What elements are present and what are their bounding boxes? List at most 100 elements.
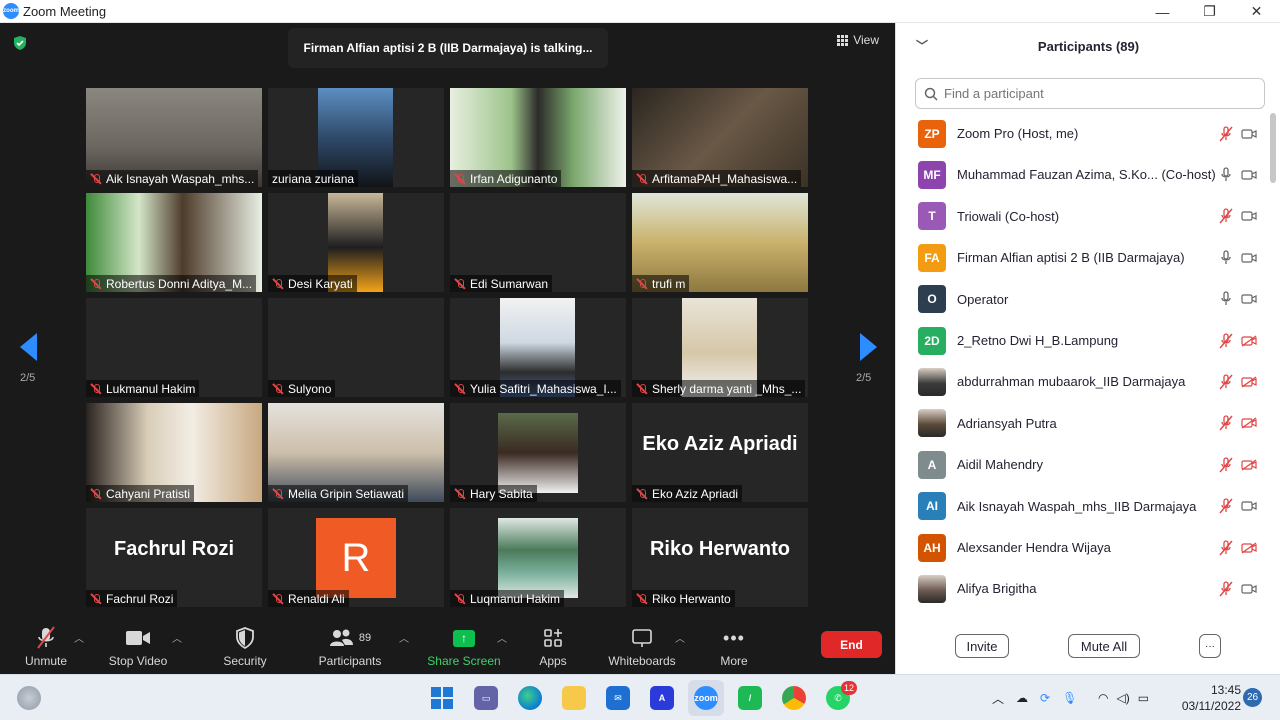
start-windows-icon[interactable] [430,686,454,710]
video-camera-icon[interactable] [1241,500,1257,512]
onedrive-cloud-icon[interactable]: ☁ [1016,691,1028,705]
muted-microphone-icon[interactable] [1219,374,1233,390]
video-off-icon[interactable] [1241,459,1257,471]
participant-row[interactable]: abdurrahman mubaarok_IIB Darmajaya [896,361,1271,402]
microphone-icon[interactable]: 🎙 [1062,691,1077,705]
participant-search[interactable] [915,78,1265,109]
video-camera-icon[interactable] [1241,583,1257,595]
video-tile[interactable]: Lukmanul Hakim [86,298,262,397]
minimize-button[interactable]: — [1139,0,1186,23]
mute-all-button[interactable]: Mute All [1068,634,1140,658]
participant-row[interactable]: 2D 2_Retno Dwi H_B.Lampung [896,320,1271,361]
muted-microphone-icon[interactable] [1219,581,1233,597]
panel-more-button[interactable]: ··· [1199,634,1221,658]
muted-microphone-icon[interactable] [1219,415,1233,431]
audio-options-chevron-icon[interactable]: ︿ [74,630,84,645]
app-icon[interactable]: / [738,686,762,710]
microphone-icon[interactable] [1219,250,1233,266]
participant-row[interactable]: Adriansyah Putra [896,403,1271,444]
search-input[interactable] [944,86,1244,101]
video-tile[interactable]: Riko Herwanto Riko Herwanto [632,508,808,607]
video-tile[interactable]: ArfitamaPAH_Mahasiswa... [632,88,808,187]
video-tile[interactable]: Sherly darma yanti _Mhs_... [632,298,808,397]
participant-row[interactable]: MF Muhammad Fauzan Azima, S.Ko... (Co-hos… [896,154,1271,195]
participant-row[interactable]: FA Firman Alfian aptisi 2 B (IIB Darmajay… [896,237,1271,278]
muted-microphone-icon[interactable] [1219,498,1233,514]
more-button[interactable]: ••• More [713,620,755,674]
notification-count-badge[interactable]: 26 [1243,688,1262,707]
participant-row[interactable]: AI Aik Isnayah Waspah_mhs_IIB Darmajaya [896,486,1271,527]
muted-microphone-icon[interactable] [1219,125,1233,142]
participants-scrollbar[interactable] [1270,113,1276,183]
participant-row[interactable]: O Operator [896,279,1271,320]
sync-icon[interactable]: ⟳ [1040,691,1050,705]
video-tile[interactable]: Fachrul Rozi Fachrul Rozi [86,508,262,607]
clock[interactable]: 13:45 03/11/2022 [1175,682,1241,714]
video-tile[interactable]: trufi m [632,193,808,292]
zoom-taskbar-icon[interactable]: zoom [694,686,718,710]
video-tile[interactable]: Melia Gripin Setiawati [268,403,444,502]
next-page-icon[interactable] [860,333,877,361]
video-tile[interactable]: Yulia Safitri_Mahasiswa_I... [450,298,626,397]
weather-widget-icon[interactable] [17,686,41,710]
whiteboards-button[interactable]: Whiteboards [603,620,681,674]
app-icon[interactable]: A [650,686,674,710]
edge-browser-icon[interactable] [518,686,542,710]
microphone-icon[interactable] [1219,291,1233,307]
video-camera-icon[interactable] [1241,128,1257,140]
close-button[interactable]: ✕ [1233,0,1280,23]
muted-microphone-icon[interactable] [1219,457,1233,473]
video-tile[interactable]: Hary Sabita [450,403,626,502]
muted-microphone-icon[interactable] [1219,208,1233,224]
chrome-icon[interactable] [782,686,806,710]
video-tile[interactable]: Desi Karyati [268,193,444,292]
video-off-icon[interactable] [1241,334,1257,347]
file-explorer-icon[interactable] [562,686,586,710]
participant-row[interactable]: T Triowali (Co-host) [896,196,1271,237]
video-camera-icon[interactable] [1241,169,1257,181]
video-tile[interactable]: Aik Isnayah Waspah_mhs... [86,88,262,187]
tray-overflow-chevron-icon[interactable]: ︿ [992,690,1004,707]
unmute-button[interactable]: Unmute [16,620,76,674]
quick-settings[interactable]: ◠ ◁) ▭ [1098,675,1149,720]
video-camera-icon[interactable] [1241,293,1257,305]
video-tile[interactable]: Irfan Adigunanto [450,88,626,187]
share-screen-button[interactable]: ↑ Share Screen [425,620,503,674]
stop-video-button[interactable]: Stop Video [103,620,173,674]
video-tile[interactable]: Edi Sumarwan [450,193,626,292]
video-tile[interactable]: Robertus Donni Aditya_M... [86,193,262,292]
end-meeting-button[interactable]: End [821,631,882,658]
share-options-chevron-icon[interactable]: ︿ [497,630,507,645]
microphone-icon[interactable] [1219,167,1233,183]
muted-microphone-icon[interactable] [1219,332,1233,349]
collapse-chevron-icon[interactable]: ﹀ [916,37,928,54]
view-button[interactable]: View [837,33,879,47]
video-tile[interactable]: R Renaldi Ali [268,508,444,607]
mail-icon[interactable]: ✉ [606,686,630,710]
encryption-shield-icon[interactable] [12,35,28,51]
video-tile[interactable]: Sulyono [268,298,444,397]
video-tile[interactable]: zuriana zuriana [268,88,444,187]
video-camera-icon[interactable] [1241,210,1257,222]
video-tile[interactable]: Eko Aziz Apriadi Eko Aziz Apriadi [632,403,808,502]
participants-options-chevron-icon[interactable]: ︿ [399,630,409,645]
video-options-chevron-icon[interactable]: ︿ [172,630,182,645]
muted-microphone-icon[interactable] [1219,539,1233,556]
invite-button[interactable]: Invite [955,634,1009,658]
teams-chat-icon[interactable]: ▭ [474,686,498,710]
video-off-icon[interactable] [1241,541,1257,554]
participant-row[interactable]: ZP Zoom Pro (Host, me) [896,113,1271,154]
video-off-icon[interactable] [1241,417,1257,429]
participant-row[interactable]: A Aidil Mahendry [896,444,1271,485]
security-button[interactable]: Security [215,620,275,674]
video-camera-icon[interactable] [1241,252,1257,264]
previous-page-icon[interactable] [20,333,37,361]
video-tile[interactable]: Luqmanul Hakim [450,508,626,607]
whiteboards-options-chevron-icon[interactable]: ︿ [675,630,685,645]
video-off-icon[interactable] [1241,376,1257,388]
apps-button[interactable]: Apps [533,620,573,674]
maximize-button[interactable]: ❐ [1186,0,1233,23]
participants-button[interactable]: 89 Participants [313,620,387,674]
participant-row[interactable]: Alifya Brigitha [896,568,1271,609]
participant-row[interactable]: AH Alexsander Hendra Wijaya [896,527,1271,568]
